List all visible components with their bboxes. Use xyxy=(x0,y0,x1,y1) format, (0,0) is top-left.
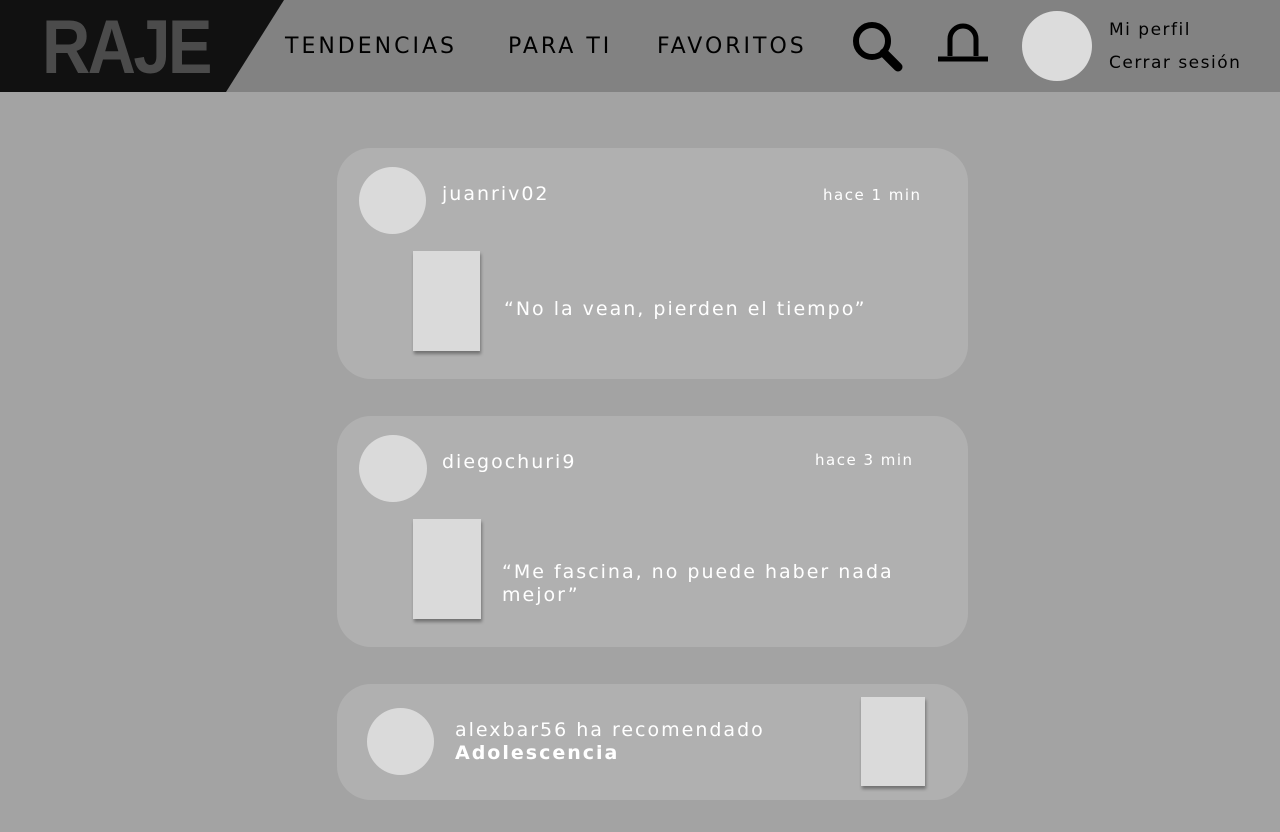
feed-card: juanriv02 hace 1 min “No la vean, pierde… xyxy=(337,148,968,379)
username[interactable]: diegochuri9 xyxy=(442,451,576,473)
nav-para-ti[interactable]: PARA TI xyxy=(508,34,612,59)
feed-card: diegochuri9 hace 3 min “Me fascina, no p… xyxy=(337,416,968,647)
avatar[interactable] xyxy=(359,435,427,502)
recommendation-label: alexbar56 ha recomendado xyxy=(455,719,765,741)
bell-icon xyxy=(938,23,988,62)
top-navbar: RAJE TENDENCIAS PARA TI FAVORITOS Mi per… xyxy=(0,0,1280,92)
username[interactable]: juanriv02 xyxy=(442,183,550,205)
recommended-title[interactable]: Adolescencia xyxy=(455,742,835,765)
search-button[interactable] xyxy=(850,20,904,74)
cerrar-sesion-link[interactable]: Cerrar sesión xyxy=(1109,53,1241,73)
search-icon xyxy=(853,22,903,72)
recommendation-text: alexbar56 ha recomendado Adolescencia xyxy=(455,719,835,765)
avatar[interactable] xyxy=(359,167,426,234)
review-quote: “Me fascina, no puede haber nada mejor” xyxy=(502,561,894,606)
nav-tendencias[interactable]: TENDENCIAS xyxy=(285,34,457,59)
notifications-button[interactable] xyxy=(936,20,990,66)
user-avatar[interactable] xyxy=(1022,11,1092,81)
nav-favoritos[interactable]: FAVORITOS xyxy=(657,34,807,59)
poster-thumbnail[interactable] xyxy=(413,251,480,351)
poster-thumbnail[interactable] xyxy=(861,697,925,786)
mi-perfil-link[interactable]: Mi perfil xyxy=(1109,20,1191,40)
recommendation-card: alexbar56 ha recomendado Adolescencia xyxy=(337,684,968,800)
page: RAJE TENDENCIAS PARA TI FAVORITOS Mi per… xyxy=(0,0,1280,832)
avatar[interactable] xyxy=(367,708,434,775)
timestamp: hace 3 min xyxy=(815,451,914,469)
app-logo[interactable]: RAJE xyxy=(42,10,212,86)
poster-thumbnail[interactable] xyxy=(413,519,481,619)
review-quote: “No la vean, pierden el tiempo” xyxy=(504,298,867,320)
timestamp: hace 1 min xyxy=(823,186,922,204)
